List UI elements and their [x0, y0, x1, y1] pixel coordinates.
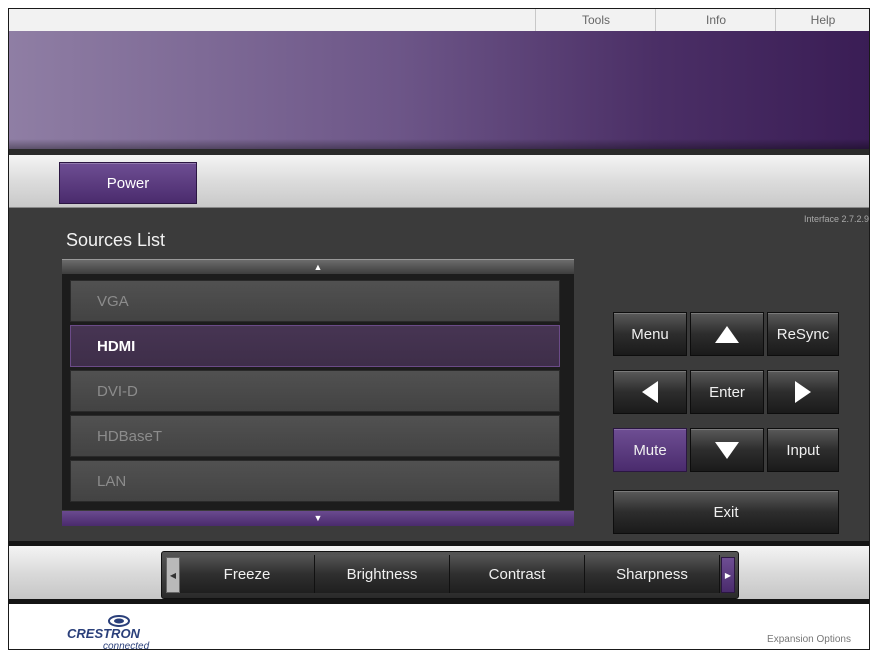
menu-button[interactable]: Menu	[613, 312, 687, 356]
source-item-vga[interactable]: VGA	[70, 280, 560, 322]
sources-scroll-up-button[interactable]: ▲	[62, 259, 574, 274]
source-item-hdmi[interactable]: HDMI	[70, 325, 560, 367]
mute-button[interactable]: Mute	[613, 428, 687, 472]
exit-button[interactable]: Exit	[613, 490, 839, 534]
sharpness-button[interactable]: Sharpness	[585, 555, 720, 593]
source-item-hdbaset[interactable]: HDBaseT	[70, 415, 560, 457]
contrast-button[interactable]: Contrast	[450, 555, 585, 593]
nav-left-button[interactable]	[613, 370, 687, 414]
triangle-right-icon	[795, 381, 811, 403]
enter-button[interactable]: Enter	[690, 370, 764, 414]
expansion-options-link[interactable]: Expansion Options	[767, 634, 851, 645]
power-bar: Power	[9, 155, 869, 208]
header-banner	[9, 31, 869, 149]
sources-list: VGA HDMI DVI-D HDBaseT LAN	[62, 274, 574, 510]
source-item-lan[interactable]: LAN	[70, 460, 560, 502]
triangle-down-icon	[715, 441, 739, 459]
triangle-left-icon	[642, 381, 658, 403]
nav-right-button[interactable]	[767, 370, 839, 414]
freeze-button[interactable]: Freeze	[180, 555, 315, 593]
footer: CRESTRON connected Expansion Options	[9, 604, 869, 649]
logo-text: CRESTRON	[67, 626, 141, 641]
sources-list-title: Sources List	[66, 230, 166, 250]
nav-up-button[interactable]	[690, 312, 764, 356]
logo-subtext: connected	[103, 641, 150, 650]
adjust-strip: ◀ Freeze Brightness Contrast Sharpness ▶	[161, 551, 739, 599]
source-item-dvi-d[interactable]: DVI-D	[70, 370, 560, 412]
input-button[interactable]: Input	[767, 428, 839, 472]
adjust-bar: ◀ Freeze Brightness Contrast Sharpness ▶	[9, 546, 869, 599]
control-panel: Interface 2.7.2.9 Sources List ▲ VGA HDM…	[9, 208, 869, 541]
menu-info[interactable]: Info	[655, 9, 776, 31]
sources-scroll-down-button[interactable]: ▼	[62, 511, 574, 526]
menu-help[interactable]: Help	[775, 9, 869, 31]
version-label: Interface 2.7.2.9	[803, 214, 869, 224]
top-menu-bar: Tools Info Help	[9, 9, 869, 32]
brightness-button[interactable]: Brightness	[315, 555, 450, 593]
adjust-scroll-right-button[interactable]: ▶	[721, 557, 735, 593]
crestron-logo: CRESTRON connected	[67, 615, 150, 650]
triangle-up-icon	[715, 325, 739, 343]
resync-button[interactable]: ReSync	[767, 312, 839, 356]
menu-tools[interactable]: Tools	[535, 9, 656, 31]
adjust-scroll-left-button[interactable]: ◀	[166, 557, 180, 593]
power-button[interactable]: Power	[59, 162, 197, 204]
app-window: Tools Info Help Power Interface 2.7.2.9 …	[8, 8, 870, 650]
nav-down-button[interactable]	[690, 428, 764, 472]
